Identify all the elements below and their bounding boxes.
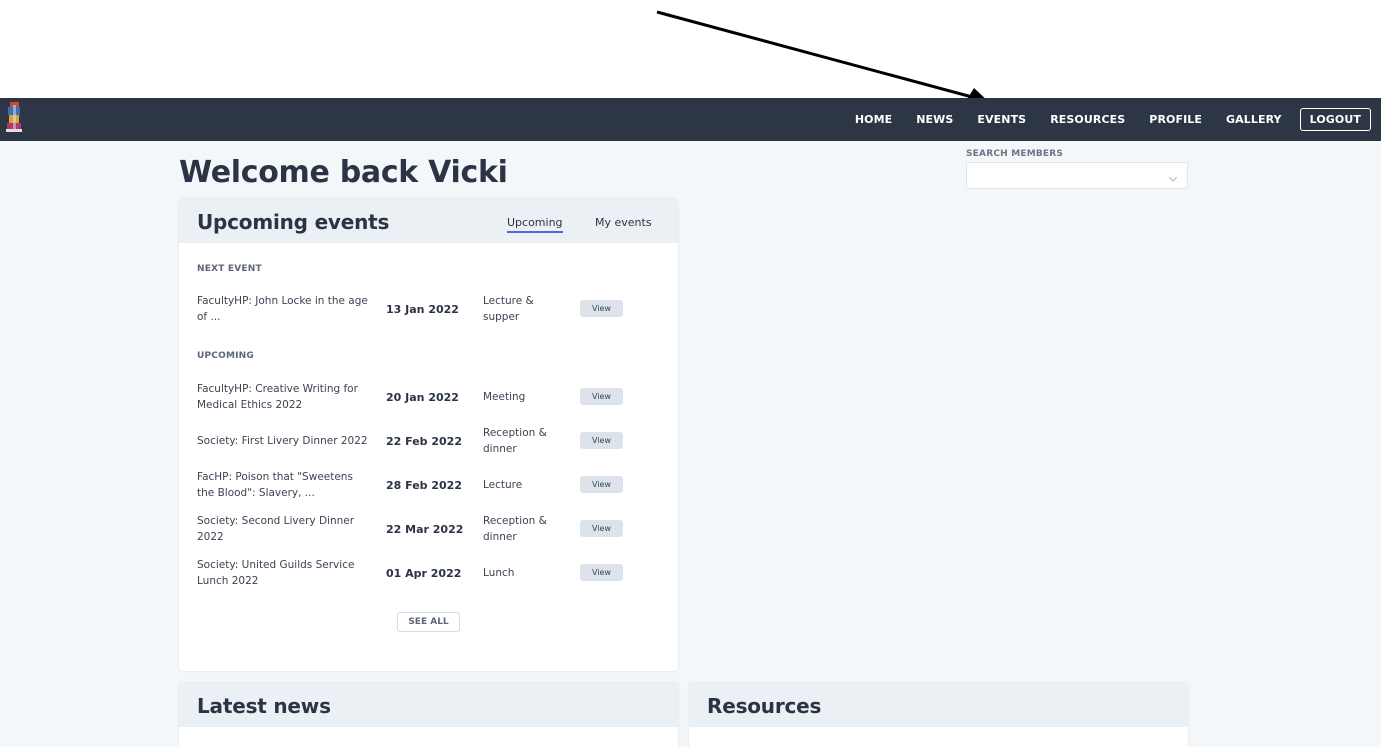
- events-card-title: Upcoming events: [197, 210, 390, 234]
- event-row: Society: Second Livery Dinner 2022 22 Ma…: [197, 509, 667, 549]
- resources-card: Resources: [689, 683, 1188, 747]
- main-nav: HOME NEWS EVENTS RESOURCES PROFILE GALLE…: [831, 98, 1371, 141]
- nav-news[interactable]: NEWS: [916, 113, 953, 126]
- view-button[interactable]: View: [580, 432, 623, 449]
- event-row: FacHP: Poison that "Sweetens the Blood":…: [197, 465, 667, 505]
- event-type: Lunch: [483, 567, 515, 579]
- upcoming-events-card: Upcoming events Upcoming My events NEXT …: [179, 199, 678, 671]
- upcoming-label: UPCOMING: [197, 351, 254, 361]
- event-type: Reception & dinner: [483, 427, 547, 455]
- view-button[interactable]: View: [580, 564, 623, 581]
- event-title: Society: United Guilds Service Lunch 202…: [197, 559, 355, 587]
- nav-home[interactable]: HOME: [855, 113, 892, 126]
- nav-profile[interactable]: PROFILE: [1149, 113, 1202, 126]
- annotation-arrow: [656, 10, 985, 98]
- news-card-header: Latest news: [179, 683, 678, 727]
- event-title: FacultyHP: John Locke in the age of ...: [197, 295, 368, 323]
- tab-upcoming[interactable]: Upcoming: [507, 216, 563, 233]
- chevron-down-icon: [1167, 170, 1179, 189]
- event-row: FacultyHP: Creative Writing for Medical …: [197, 377, 667, 417]
- events-card-header: Upcoming events Upcoming My events: [179, 199, 678, 243]
- event-title: FacHP: Poison that "Sweetens the Blood":…: [197, 471, 353, 499]
- page-title: Welcome back Vicki: [179, 155, 508, 190]
- event-type: Reception & dinner: [483, 515, 547, 543]
- event-date: 20 Jan 2022: [386, 390, 459, 404]
- next-event-label: NEXT EVENT: [197, 264, 262, 274]
- event-date: 22 Mar 2022: [386, 522, 464, 536]
- event-type: Lecture: [483, 479, 523, 491]
- search-members-select[interactable]: [966, 162, 1188, 189]
- view-button[interactable]: View: [580, 476, 623, 493]
- latest-news-card: Latest news: [179, 683, 678, 747]
- view-button[interactable]: View: [580, 300, 623, 317]
- top-navbar: HOME NEWS EVENTS RESOURCES PROFILE GALLE…: [0, 98, 1381, 141]
- logout-button[interactable]: LOGOUT: [1299, 108, 1371, 131]
- view-button[interactable]: View: [580, 388, 623, 405]
- event-title: Society: First Livery Dinner 2022: [197, 435, 368, 447]
- event-date: 01 Apr 2022: [386, 566, 462, 580]
- nav-gallery[interactable]: GALLERY: [1226, 113, 1282, 126]
- event-date: 22 Feb 2022: [386, 434, 462, 448]
- search-members-label: SEARCH MEMBERS: [966, 149, 1064, 159]
- page-content: Welcome back Vicki SEARCH MEMBERS Upcomi…: [0, 141, 1381, 747]
- event-title: FacultyHP: Creative Writing for Medical …: [197, 383, 358, 411]
- crest-icon[interactable]: [4, 100, 24, 136]
- nav-events[interactable]: EVENTS: [977, 113, 1026, 126]
- event-title: Society: Second Livery Dinner 2022: [197, 515, 355, 543]
- view-button[interactable]: View: [580, 520, 623, 537]
- see-all-button[interactable]: SEE ALL: [397, 612, 460, 632]
- event-row: FacultyHP: John Locke in the age of ... …: [197, 289, 667, 329]
- event-row: Society: United Guilds Service Lunch 202…: [197, 553, 667, 593]
- resources-card-header: Resources: [689, 683, 1188, 727]
- tab-my-events[interactable]: My events: [595, 216, 652, 229]
- nav-resources[interactable]: RESOURCES: [1050, 113, 1125, 126]
- event-date: 28 Feb 2022: [386, 478, 462, 492]
- event-row: Society: First Livery Dinner 2022 22 Feb…: [197, 421, 667, 461]
- event-type: Lecture & supper: [483, 295, 534, 323]
- news-card-title: Latest news: [197, 694, 331, 718]
- resources-card-title: Resources: [707, 694, 822, 718]
- event-type: Meeting: [483, 391, 526, 403]
- event-date: 13 Jan 2022: [386, 302, 459, 316]
